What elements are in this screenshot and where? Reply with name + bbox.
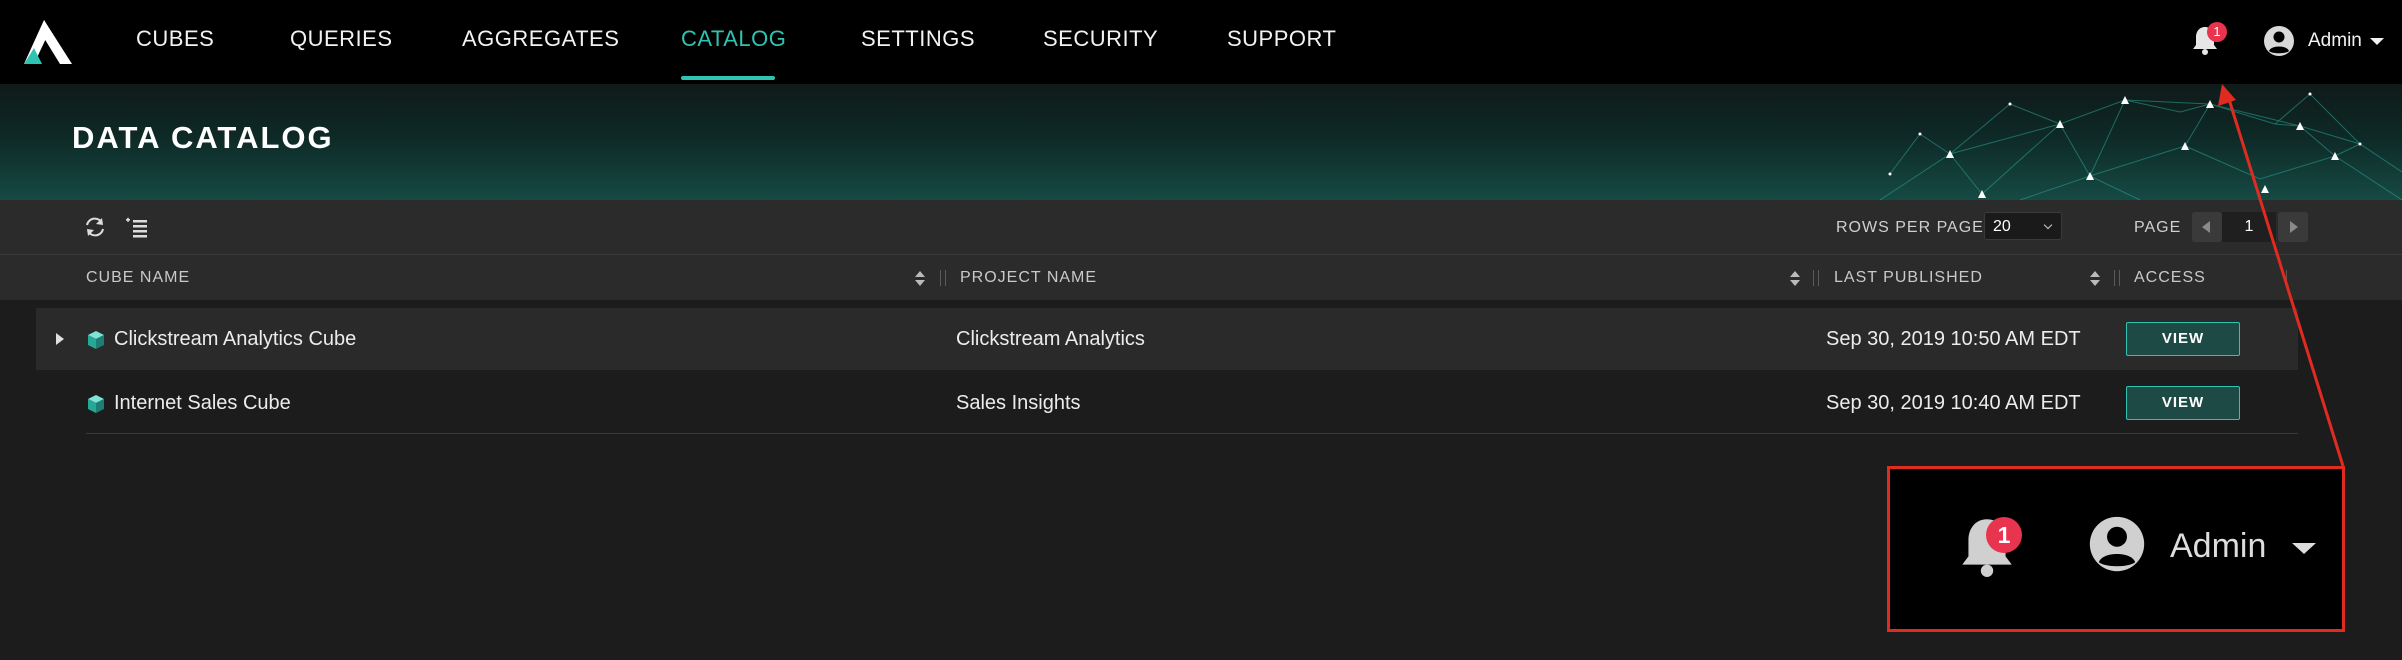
nav-item-settings[interactable]: SETTINGS xyxy=(861,26,975,52)
chevron-down-icon xyxy=(2043,220,2053,230)
user-avatar-icon xyxy=(2089,516,2145,572)
project-name-cell: Sales Insights xyxy=(956,392,1081,414)
cube-icon xyxy=(88,395,104,413)
prev-page-button[interactable] xyxy=(2192,212,2222,242)
page-header-banner: DATA CATALOG xyxy=(0,84,2402,200)
user-menu-chevron-down-icon[interactable] xyxy=(2370,38,2384,45)
nav-item-queries[interactable]: QUERIES xyxy=(290,26,393,52)
last-published-cell: Sep 30, 2019 10:40 AM EDT xyxy=(1826,392,2081,414)
chevron-down-icon xyxy=(2292,543,2316,554)
add-list-icon[interactable] xyxy=(124,214,150,240)
refresh-icon[interactable] xyxy=(82,214,108,240)
column-resize-handle[interactable] xyxy=(2114,270,2120,286)
user-avatar-icon[interactable] xyxy=(2263,25,2295,57)
project-name-cell: Clickstream Analytics xyxy=(956,328,1145,350)
cube-icon xyxy=(88,331,104,349)
nav-item-cubes[interactable]: CUBES xyxy=(136,26,214,52)
page-title: DATA CATALOG xyxy=(72,120,334,155)
row-divider xyxy=(86,433,2298,434)
expand-row-icon[interactable] xyxy=(56,333,64,345)
table-row[interactable]: Internet Sales Cube Sales Insights Sep 3… xyxy=(36,372,2298,434)
user-menu-label: Admin xyxy=(2170,527,2267,565)
table-row[interactable]: Clickstream Analytics Cube Clickstream A… xyxy=(36,308,2298,370)
last-published-cell: Sep 30, 2019 10:50 AM EDT xyxy=(1826,328,2081,350)
current-page-number[interactable]: 1 xyxy=(2222,212,2276,242)
column-header-project-name[interactable]: PROJECT NAME xyxy=(960,269,1097,287)
user-menu-label[interactable]: Admin xyxy=(2308,30,2362,52)
column-resize-handle[interactable] xyxy=(1813,270,1819,286)
rows-per-page-select[interactable]: 20 xyxy=(1984,212,2062,240)
nav-item-security[interactable]: SECURITY xyxy=(1043,26,1158,52)
rows-per-page-value: 20 xyxy=(1993,218,2011,235)
cube-name-cell[interactable]: Internet Sales Cube xyxy=(114,392,291,415)
active-tab-underline xyxy=(681,76,775,80)
column-header-last-published[interactable]: LAST PUBLISHED xyxy=(1834,269,1983,287)
nav-item-support[interactable]: SUPPORT xyxy=(1227,26,1336,52)
notification-count-badge: 1 xyxy=(1986,517,2022,553)
column-header-cube-name[interactable]: CUBE NAME xyxy=(86,269,190,287)
sort-icon[interactable] xyxy=(2090,271,2100,287)
top-navigation-bar: CUBES QUERIES AGGREGATES CATALOG SETTING… xyxy=(0,0,2402,84)
chevron-left-icon xyxy=(2202,221,2210,233)
rows-per-page-label: ROWS PER PAGE xyxy=(1836,219,1984,236)
view-button[interactable]: VIEW xyxy=(2126,322,2240,356)
page-label: PAGE xyxy=(2134,219,2182,236)
column-resize-handle[interactable] xyxy=(2286,270,2292,286)
chevron-right-icon xyxy=(2290,221,2298,233)
column-header-access: ACCESS xyxy=(2134,269,2206,286)
app-logo-icon[interactable] xyxy=(20,18,74,66)
nav-item-catalog[interactable]: CATALOG xyxy=(681,26,786,52)
cube-name-cell[interactable]: Clickstream Analytics Cube xyxy=(114,328,356,351)
nav-item-aggregates[interactable]: AGGREGATES xyxy=(462,26,619,52)
notification-count-badge: 1 xyxy=(2207,22,2227,42)
column-resize-handle[interactable] xyxy=(940,270,946,286)
sort-icon[interactable] xyxy=(1790,271,1800,287)
zoom-callout: 1 Admin xyxy=(1887,466,2345,632)
table-toolbar: ROWS PER PAGE 20 PAGE 1 xyxy=(0,200,2402,254)
sort-icon[interactable] xyxy=(915,271,925,287)
next-page-button[interactable] xyxy=(2278,212,2308,242)
table-header: CUBE NAME PROJECT NAME LAST PUBLISHED AC… xyxy=(0,254,2402,300)
view-button[interactable]: VIEW xyxy=(2126,386,2240,420)
network-decoration-icon xyxy=(1880,92,2402,200)
